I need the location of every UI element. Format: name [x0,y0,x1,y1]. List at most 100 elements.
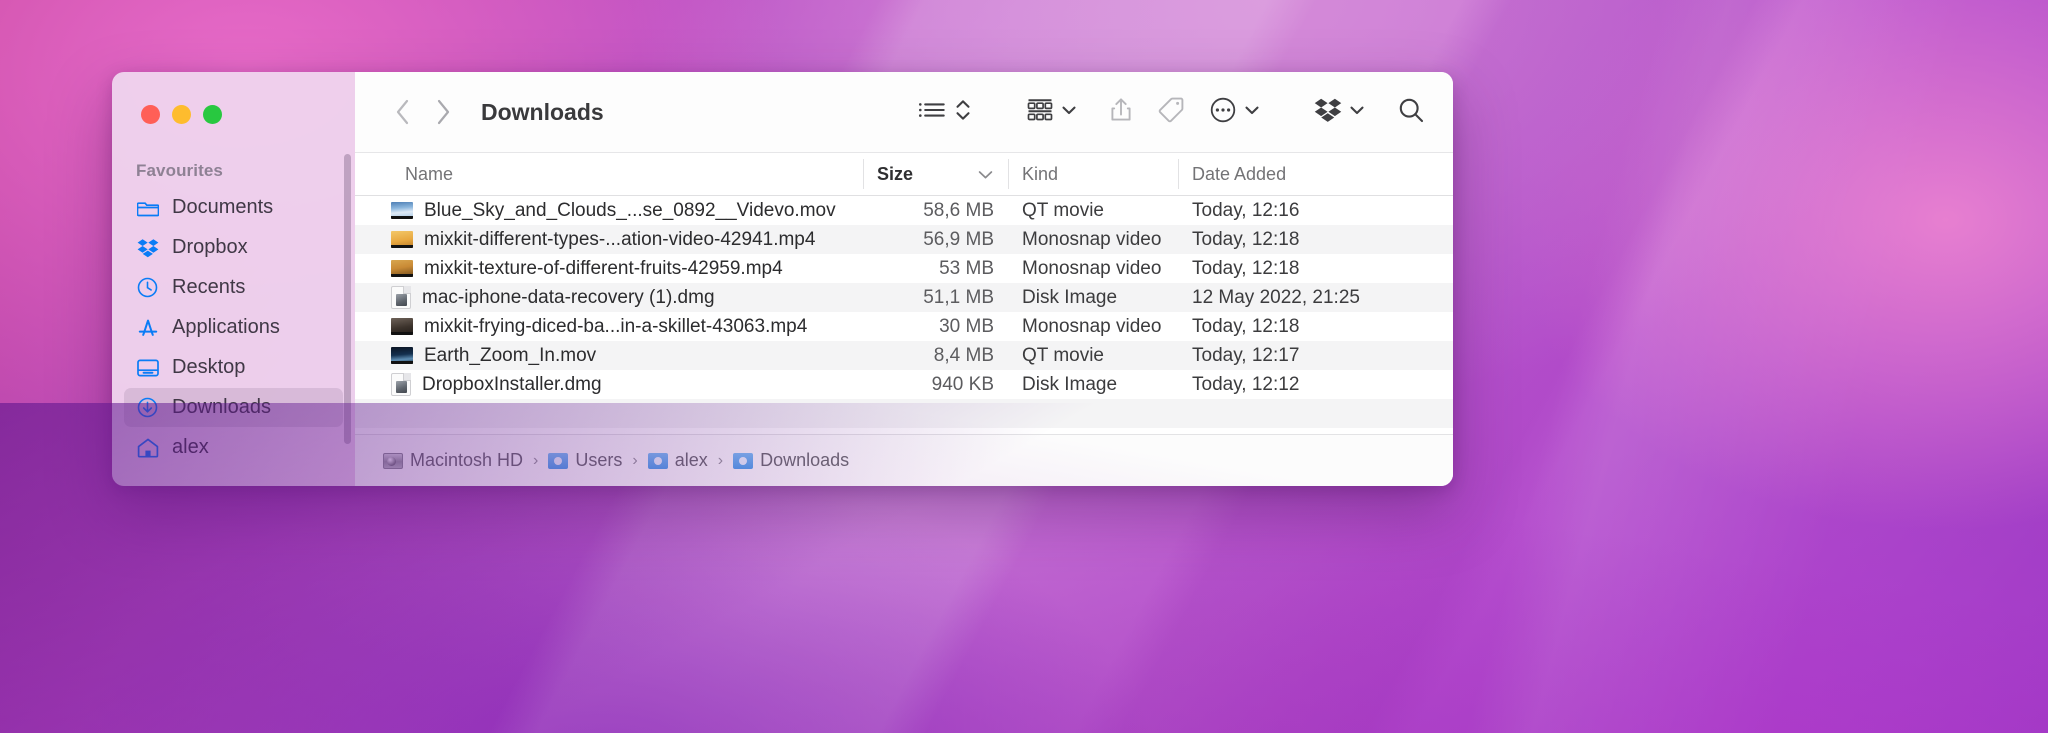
sidebar-item-label: alex [172,436,209,458]
breadcrumb-downloads[interactable]: Downloads [733,450,849,471]
file-list[interactable]: Blue_Sky_and_Clouds_...se_0892__Videvo.m… [355,196,1453,434]
sidebar-item-documents[interactable]: Documents [124,188,343,227]
breadcrumb-label: alex [674,450,708,470]
sidebar-item-alex[interactable]: alex [124,428,343,467]
column-header-label: Name [405,163,454,184]
file-name-cell: mixkit-frying-diced-ba...in-a-skillet-43… [355,316,863,338]
appstore-icon [136,316,159,339]
column-header-size[interactable]: Size [863,153,1008,195]
sort-order-button[interactable] [950,90,976,134]
sidebar-item-label: Downloads [172,396,271,418]
file-kind: Disk Image [1022,286,1118,308]
minimize-button[interactable] [172,105,191,124]
column-header-kind[interactable]: Kind [1008,153,1178,195]
tag-icon [1157,96,1185,129]
tag-button[interactable] [1153,90,1189,134]
file-kind: Monosnap video [1022,315,1162,337]
file-size: 8,4 MB [933,344,994,366]
sidebar-item-label: Documents [172,196,274,218]
breadcrumb-label: Macintosh HD [410,450,524,470]
file-size: 940 KB [931,373,994,395]
traffic-lights [112,72,355,124]
share-button[interactable] [1105,90,1137,134]
toolbar: Downloads [355,72,1453,152]
table-row[interactable]: Earth_Zoom_In.mov 8,4 MB QT movie Today,… [355,341,1453,370]
file-name: Earth_Zoom_In.mov [424,344,597,366]
file-name-cell: mac-iphone-data-recovery (1).dmg [355,286,863,309]
breadcrumb-users[interactable]: Users [548,450,622,471]
breadcrumb-macintosh-hd[interactable]: Macintosh HD [383,450,523,471]
file-date-added: Today, 12:18 [1192,228,1300,250]
sort-updown-icon [954,97,972,128]
chevron-down-icon [1061,103,1077,121]
table-row[interactable]: mac-iphone-data-recovery (1).dmg 51,1 MB… [355,283,1453,312]
clock-icon [136,276,159,299]
forward-button[interactable] [423,92,463,132]
fruit-thumb-icon [391,260,413,277]
group-by-icon [1026,97,1054,128]
column-header-name[interactable]: Name [355,153,863,195]
dropbox-icon [136,236,159,259]
sidebar-item-label: Dropbox [172,236,248,258]
table-row[interactable]: DropboxInstaller.dmg 940 KB Disk Image T… [355,370,1453,399]
sky-thumb-icon [391,202,413,219]
dmg-document-icon [391,373,411,396]
breadcrumb-separator: › [632,451,638,469]
folder-icon [548,452,569,469]
harddisk-icon [383,452,403,469]
breadcrumb-alex[interactable]: alex [647,450,708,471]
table-row[interactable]: Blue_Sky_and_Clouds_...se_0892__Videvo.m… [355,196,1453,225]
file-kind: Disk Image [1022,373,1118,395]
file-kind: Monosnap video [1022,228,1162,250]
download-icon [136,396,159,419]
zoom-button[interactable] [203,105,222,124]
view-list-button[interactable] [914,90,950,134]
file-kind: QT movie [1022,199,1105,221]
dropbox-icon [1314,97,1342,128]
home-icon [136,436,159,459]
file-size: 58,6 MB [923,199,994,221]
table-row[interactable]: mixkit-frying-diced-ba...in-a-skillet-43… [355,312,1453,341]
group-by-button[interactable] [1022,90,1081,134]
sidebar-item-label: Desktop [172,356,246,378]
search-button[interactable] [1393,90,1429,134]
downloads-folder-icon [733,452,754,469]
file-name-cell: mixkit-texture-of-different-fruits-42959… [355,258,863,280]
breadcrumb-separator: › [533,451,539,469]
back-button[interactable] [383,92,423,132]
table-row[interactable]: mixkit-texture-of-different-fruits-42959… [355,254,1453,283]
sidebar-item-desktop[interactable]: Desktop [124,348,343,387]
file-name: Blue_Sky_and_Clouds_...se_0892__Videvo.m… [424,199,836,221]
file-name: DropboxInstaller.dmg [422,373,602,395]
file-kind: Monosnap video [1022,257,1162,279]
breadcrumb-label: Users [575,450,623,470]
folder-icon [136,196,159,219]
sidebar-item-dropbox[interactable]: Dropbox [124,228,343,267]
more-actions-button[interactable] [1205,90,1264,134]
column-header-label: Date Added [1192,163,1287,184]
sidebar-item-label: Recents [172,276,246,298]
share-icon [1109,96,1133,129]
list-view-icon [918,98,946,127]
column-header-label: Size [877,163,914,184]
file-size: 53 MB [939,257,994,279]
file-date-added: Today, 12:18 [1192,315,1300,337]
sidebar-section-title: Favourites [136,161,223,180]
file-date-added: Today, 12:12 [1192,373,1300,395]
sidebar-item-recents[interactable]: Recents [124,268,343,307]
column-header-date-added[interactable]: Date Added [1178,153,1453,195]
close-button[interactable] [141,105,160,124]
sidebar-scrollbar[interactable] [344,154,351,444]
desktop-icon [136,356,159,379]
sidebar-item-downloads[interactable]: Downloads [124,388,343,427]
file-date-added: Today, 12:16 [1192,199,1300,221]
dropbox-menu-button[interactable] [1310,90,1369,134]
search-icon [1397,96,1425,129]
column-headers: Name Size Kind Date Added [355,152,1453,196]
file-name-cell: Earth_Zoom_In.mov [355,345,863,367]
file-name-cell: Blue_Sky_and_Clouds_...se_0892__Videvo.m… [355,200,863,222]
sidebar-item-applications[interactable]: Applications [124,308,343,347]
table-row[interactable]: mixkit-different-types-...ation-video-42… [355,225,1453,254]
file-name: mixkit-different-types-...ation-video-42… [424,228,816,250]
sidebar: Favourites Documents Dropbox Recents App… [112,72,355,486]
